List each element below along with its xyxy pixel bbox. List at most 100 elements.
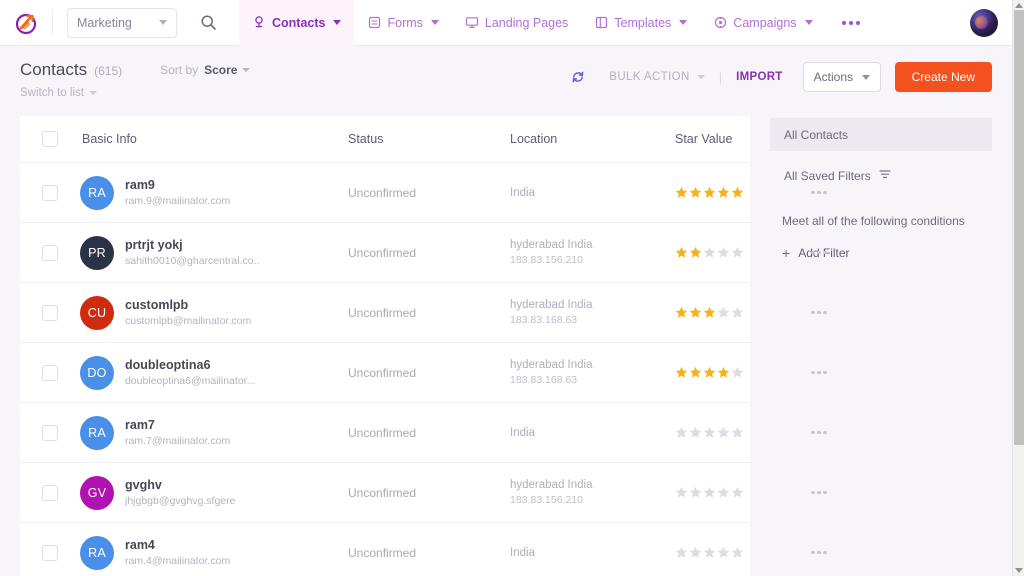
star-icon[interactable] [675,246,688,259]
star-icon[interactable] [717,246,730,259]
star-icon[interactable] [731,306,744,319]
table-row[interactable]: RA ram9 ram.9@mailinator.com Unconfirmed Ind… [20,163,827,223]
cell-basic-info[interactable]: RA ram9 ram.9@mailinator.com [80,175,348,210]
search-icon[interactable] [191,6,225,40]
star-icon[interactable] [675,486,688,499]
star-icon[interactable] [731,366,744,379]
star-icon[interactable] [675,546,688,559]
more-horizontal-icon[interactable] [807,545,831,561]
nav-item-templates[interactable]: Templates [581,0,700,46]
cell-basic-info[interactable]: GV gvghv jhjgbgb@gvghvg.sfgere [80,475,348,510]
table-row[interactable]: PR prtrjt yokj sahith0010@gharcentral.co..… [20,223,827,283]
contact-name: gvghv [125,477,162,492]
star-icon[interactable] [689,486,702,499]
more-horizontal-icon[interactable] [807,305,831,321]
column-header-star-value[interactable]: Star Value [675,132,795,146]
star-rating[interactable] [675,306,795,319]
star-icon[interactable] [703,366,716,379]
table-row[interactable]: RA ram7 ram.7@mailinator.com Unconfirmed Ind… [20,403,827,463]
star-icon[interactable] [731,186,744,199]
create-new-button[interactable]: Create New [894,62,992,92]
more-horizontal-icon[interactable] [826,0,876,46]
nav-item-forms[interactable]: Forms [354,0,451,46]
star-icon[interactable] [689,546,702,559]
star-icon[interactable] [703,186,716,199]
cell-basic-info[interactable]: DO doubleoptina6 doubleoptina6@mailinator.… [80,355,348,390]
star-icon[interactable] [689,186,702,199]
star-icon[interactable] [689,426,702,439]
column-header-location[interactable]: Location [510,132,675,146]
star-icon[interactable] [689,366,702,379]
row-checkbox[interactable] [42,424,58,441]
more-horizontal-icon[interactable] [807,485,831,501]
scroll-down-icon[interactable] [1015,568,1023,573]
star-rating[interactable] [675,366,795,379]
more-horizontal-icon[interactable] [807,245,831,261]
star-rating[interactable] [675,426,795,439]
nav-item-landing-pages[interactable]: Landing Pages [452,0,581,46]
star-icon[interactable] [717,486,730,499]
star-icon[interactable] [675,186,688,199]
row-checkbox[interactable] [42,484,58,501]
select-all-checkbox[interactable] [42,131,58,147]
cell-basic-info[interactable]: PR prtrjt yokj sahith0010@gharcentral.co.. [80,235,348,270]
star-icon[interactable] [703,246,716,259]
star-icon[interactable] [689,246,702,259]
star-icon[interactable] [689,306,702,319]
star-icon[interactable] [675,366,688,379]
location-city: India [510,426,535,439]
star-icon[interactable] [675,306,688,319]
user-avatar[interactable] [970,9,998,37]
sort-by-dropdown[interactable]: Sort by Score [160,63,251,77]
nav-item-campaigns[interactable]: Campaigns [700,0,825,46]
scroll-up-icon[interactable] [1015,3,1023,8]
refresh-icon[interactable] [565,64,591,90]
scrollbar-thumb[interactable] [1014,10,1024,445]
row-checkbox[interactable] [42,184,58,201]
column-header-basic-info[interactable]: Basic Info [80,132,348,146]
cell-basic-info[interactable]: RA ram4 ram.4@mailinator.com [80,535,348,570]
more-horizontal-icon[interactable] [807,365,831,381]
star-rating[interactable] [675,246,795,259]
star-icon[interactable] [731,546,744,559]
nav-item-contacts[interactable]: Contacts [239,0,355,46]
more-horizontal-icon[interactable] [807,185,831,201]
star-icon[interactable] [731,246,744,259]
workspace-dropdown[interactable]: Marketing [67,7,177,38]
row-checkbox[interactable] [42,304,58,321]
import-button[interactable]: IMPORT [736,71,783,83]
cell-basic-info[interactable]: CU customlpb customlpb@mailinator.com [80,295,348,330]
star-rating[interactable] [675,186,795,199]
page-scrollbar[interactable] [1012,0,1024,576]
star-rating[interactable] [675,486,795,499]
logo-icon[interactable] [14,10,40,36]
star-icon[interactable] [717,426,730,439]
row-checkbox[interactable] [42,364,58,381]
column-header-status[interactable]: Status [348,132,510,146]
table-row[interactable]: DO doubleoptina6 doubleoptina6@mailinator.… [20,343,827,403]
star-rating[interactable] [675,546,795,559]
switch-to-list-button[interactable]: Switch to list [20,87,122,99]
row-checkbox[interactable] [42,544,58,561]
actions-dropdown[interactable]: Actions [802,62,881,92]
cell-basic-info[interactable]: RA ram7 ram.7@mailinator.com [80,415,348,450]
star-icon[interactable] [731,486,744,499]
row-checkbox[interactable] [42,244,58,261]
star-icon[interactable] [703,486,716,499]
table-row[interactable]: GV gvghv jhjgbgb@gvghvg.sfgere Unconfirmed h… [20,463,827,523]
table-row[interactable]: CU customlpb customlpb@mailinator.com Uncon… [20,283,827,343]
star-icon[interactable] [731,426,744,439]
star-icon[interactable] [703,546,716,559]
star-icon[interactable] [717,306,730,319]
star-icon[interactable] [717,546,730,559]
table-row[interactable]: RA ram4 ram.4@mailinator.com Unconfirmed Ind… [20,523,827,576]
star-icon[interactable] [703,306,716,319]
star-icon[interactable] [717,186,730,199]
star-icon[interactable] [717,366,730,379]
star-icon[interactable] [703,426,716,439]
filter-all-contacts[interactable]: All Contacts [770,118,992,151]
more-horizontal-icon[interactable] [807,425,831,441]
bulk-action-dropdown[interactable]: BULK ACTION [609,71,705,83]
star-icon[interactable] [675,426,688,439]
contact-name: ram7 [125,417,155,432]
